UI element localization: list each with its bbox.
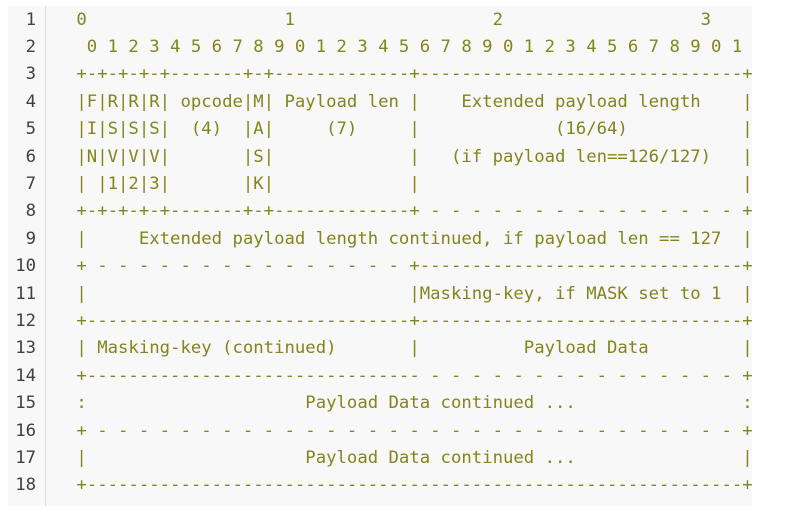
line-number: 2 bbox=[25, 36, 36, 57]
code-line-text: | Payload Data continued ... | bbox=[66, 447, 753, 468]
code-line-text: |I|S|S|S| (4) |A| (7) | (16/64) | bbox=[66, 119, 753, 140]
code-line-text: | |Masking-key, if MASK set to 1 | bbox=[66, 283, 753, 304]
line-number: 8 bbox=[25, 201, 36, 222]
line-number: 9 bbox=[25, 228, 36, 249]
code-line-text: +-------------------------------+-------… bbox=[66, 310, 753, 331]
code-line-text: |F|R|R|R| opcode|M| Payload len | Extend… bbox=[66, 91, 753, 112]
code-line-text: +-------------------------------- - - - … bbox=[66, 365, 753, 386]
line-number: 7 bbox=[25, 173, 36, 194]
code-line-text: | Masking-key (continued) | Payload Data… bbox=[66, 338, 753, 359]
line-number: 6 bbox=[25, 146, 36, 167]
line-number: 11 bbox=[15, 283, 36, 304]
code-line-text: | Extended payload length continued, if … bbox=[66, 228, 753, 249]
code-line-text: +-+-+-+-+-------+-+-------------+ - - - … bbox=[66, 201, 753, 222]
line-number: 10 bbox=[15, 256, 36, 277]
line-number: 12 bbox=[15, 310, 36, 331]
code-line-text: + - - - - - - - - - - - - - - - - - - - … bbox=[66, 420, 753, 441]
line-number: 4 bbox=[25, 91, 36, 112]
line-number: 16 bbox=[15, 420, 36, 441]
code-line-text: : Payload Data continued ... : bbox=[66, 393, 753, 414]
code-line-text: 0 1 2 3 bbox=[66, 9, 712, 30]
line-number: 14 bbox=[15, 365, 36, 386]
line-number: 5 bbox=[25, 119, 36, 140]
line-number: 13 bbox=[15, 338, 36, 359]
code-line-text: | |1|2|3| |K| | | bbox=[66, 173, 753, 194]
line-number: 1 bbox=[25, 9, 36, 30]
line-number: 15 bbox=[15, 393, 36, 414]
line-number: 17 bbox=[15, 447, 36, 468]
code-line-text: + - - - - - - - - - - - - - - - +-------… bbox=[66, 256, 753, 277]
code-line-text: +---------------------------------------… bbox=[66, 475, 753, 496]
code-block: 1 0 1 2 3 2 0 1 2 3 4 5 6 7 8 9 0 1 2 3 4… bbox=[8, 6, 753, 506]
code-line-text: 0 1 2 3 4 5 6 7 8 9 0 1 2 3 4 5 6 7 8 9 … bbox=[66, 36, 743, 57]
line-number: 3 bbox=[25, 64, 36, 85]
line-number: 18 bbox=[15, 475, 36, 496]
code-line-text: |N|V|V|V| |S| | (if payload len==126/127… bbox=[66, 146, 753, 167]
code-line-text: +-+-+-+-+-------+-+-------------+-------… bbox=[66, 64, 753, 85]
